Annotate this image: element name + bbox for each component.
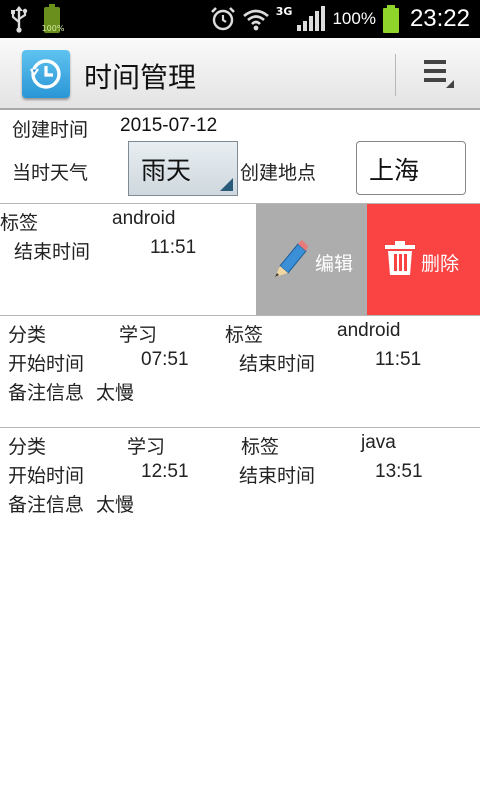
overflow-menu-icon[interactable] [418, 56, 458, 92]
end-time-value: 11:51 [150, 237, 197, 258]
start-time-value: 12:51 [141, 461, 189, 482]
weather-label: 当时天气 [12, 162, 89, 184]
location-label: 创建地点 [240, 162, 317, 184]
delete-button[interactable]: 删除 [367, 204, 480, 315]
location-value: 上海 [369, 156, 420, 185]
edit-label: 编辑 [315, 253, 354, 275]
action-bar-divider [395, 54, 396, 96]
category-value: 学习 [119, 324, 158, 346]
edit-button[interactable]: 编辑 [256, 204, 367, 315]
clock-history-icon[interactable] [22, 50, 70, 98]
status-bar: 100% 3G 100% 23:22 [0, 0, 480, 38]
end-time-value: 11:51 [375, 349, 422, 370]
note-value: 太慢 [96, 382, 135, 404]
alarm-clock-icon [210, 7, 235, 31]
category-label: 分类 [8, 324, 47, 346]
clock-time: 23:22 [409, 5, 470, 32]
note-label: 备注信息 [8, 494, 85, 516]
weather-spinner[interactable]: 雨天 [128, 141, 238, 196]
tag-value: android [337, 320, 401, 341]
location-field[interactable]: 上海 [356, 141, 466, 195]
start-time-value: 07:51 [141, 349, 189, 370]
weather-value: 雨天 [141, 156, 192, 185]
delete-label: 删除 [421, 253, 460, 275]
pencil-icon [275, 240, 308, 277]
tag-label: 标签 [0, 212, 39, 234]
end-time-value: 13:51 [375, 461, 423, 482]
tag-label: 标签 [241, 436, 280, 458]
battery-percent: 100% [332, 9, 376, 28]
note-label: 备注信息 [8, 382, 85, 404]
action-bar: 时间管理 [0, 38, 480, 110]
page-title: 时间管理 [84, 61, 197, 94]
tag-value: android [112, 208, 176, 229]
tag-value: java [361, 432, 396, 453]
end-time-label: 结束时间 [14, 241, 91, 263]
battery-icon [382, 5, 399, 33]
category-label: 分类 [8, 436, 47, 458]
divider [0, 427, 480, 428]
network-type: 3G [275, 4, 293, 18]
wifi-icon [242, 9, 269, 31]
tag-label: 标签 [225, 324, 264, 346]
trash-icon [385, 241, 415, 275]
end-time-label: 结束时间 [239, 465, 316, 487]
divider [0, 315, 480, 316]
usb-icon [11, 6, 28, 33]
start-time-label: 开始时间 [8, 465, 85, 487]
battery-small-percent: 100% [41, 24, 65, 33]
battery-charged-icon: 100% [40, 4, 64, 34]
note-value: 太慢 [96, 494, 135, 516]
category-value: 学习 [127, 436, 166, 458]
end-time-label: 结束时间 [239, 353, 316, 375]
created-time-value: 2015-07-12 [120, 115, 218, 136]
dropdown-corner-icon [220, 178, 233, 191]
start-time-label: 开始时间 [8, 353, 85, 375]
signal-strength-icon [297, 6, 326, 31]
created-time-label: 创建时间 [12, 119, 89, 141]
